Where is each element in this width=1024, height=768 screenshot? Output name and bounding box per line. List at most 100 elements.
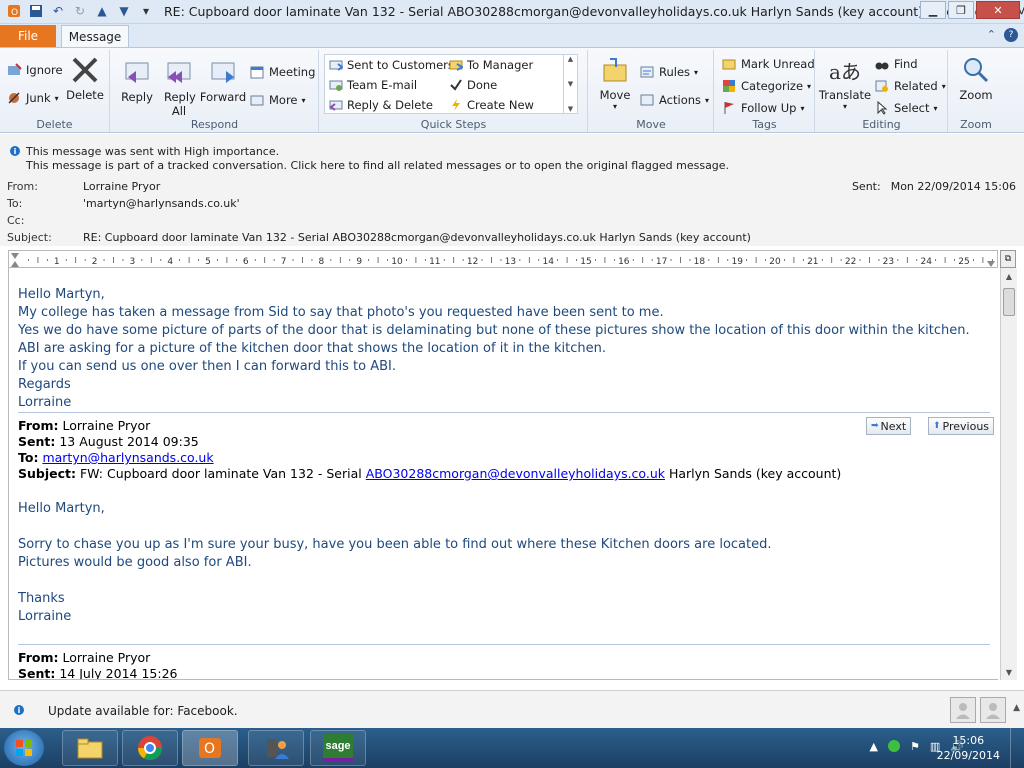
save-icon[interactable] [28, 3, 44, 19]
qs-sent-to-customers[interactable]: Sent to Customers [329, 58, 454, 72]
fwd1-subject-prefix: FW: Cupboard door laminate Van 132 - Ser… [79, 466, 362, 481]
more-label: More [269, 93, 298, 107]
clock-time: 15:06 [952, 734, 985, 747]
editing-group-label: Editing [862, 118, 901, 131]
forward-button[interactable]: Forward [200, 56, 246, 104]
subject-label: Subject: [7, 231, 52, 244]
taskbar-explorer[interactable] [62, 730, 118, 766]
cursor-icon [874, 100, 890, 116]
title-bar: O ↶ ↻ ▲ ▼ ▾ RE: Cupboard door laminate V… [0, 0, 1024, 24]
outlook-icon[interactable]: O [6, 3, 22, 19]
junk-button[interactable]: Junk ▾ [6, 90, 59, 106]
fwd1-to-label: To: [18, 450, 39, 465]
quick-steps-scroll[interactable]: ▲ ▼ ▼ [563, 55, 577, 113]
view-ruler-toggle[interactable]: ⧉ [1000, 250, 1016, 268]
redo-icon[interactable]: ↻ [72, 3, 88, 19]
separator-line [18, 644, 990, 645]
message-body[interactable]: Hello Martyn, My college has taken a mes… [8, 268, 998, 680]
mark-unread-button[interactable]: Mark Unread [721, 56, 815, 72]
minimize-ribbon-icon[interactable]: ⌃ [987, 28, 996, 42]
categorize-button[interactable]: Categorize ▾ [721, 78, 811, 94]
zoom-group-label: Zoom [960, 118, 992, 131]
ruler-indent-marker[interactable] [11, 253, 19, 267]
mark-unread-label: Mark Unread [741, 57, 815, 71]
separator-line [18, 412, 990, 413]
maximize-button[interactable]: ❐ [948, 1, 974, 19]
show-desktop-button[interactable] [1010, 728, 1024, 768]
scroll-thumb[interactable] [1003, 288, 1015, 316]
help-icon[interactable]: ? [1004, 28, 1018, 42]
fwd1-subject-link[interactable]: ABO30288cmorgan@devonvalleyholidays.co.u… [366, 466, 665, 481]
cc-row: Cc: [7, 214, 83, 227]
contact-avatar[interactable] [980, 697, 1006, 723]
next-item-icon[interactable]: ▼ [116, 3, 132, 19]
actions-button[interactable]: Actions ▾ [639, 92, 709, 108]
scroll-down-icon[interactable]: ▼ [568, 80, 573, 88]
categorize-icon [721, 78, 737, 94]
scroll-down-arrow-icon[interactable]: ▼ [1001, 664, 1017, 680]
contact-avatar[interactable] [950, 697, 976, 723]
flag-tray-icon[interactable]: ⚑ [910, 740, 920, 753]
to-value[interactable]: 'martyn@harlynsands.co.uk' [83, 197, 240, 210]
reply-line: Hello Martyn, [18, 287, 105, 302]
ruler-right-marker[interactable] [987, 261, 995, 267]
fwd1-line: Pictures would be good also for ABI. [18, 555, 252, 570]
translate-button[interactable]: aあ Translate ▾ [819, 54, 871, 112]
taskbar-outlook[interactable]: O [182, 730, 238, 766]
vertical-scrollbar[interactable]: ▲ ▼ [1000, 268, 1017, 680]
taskbar-chrome[interactable] [122, 730, 178, 766]
fwd1-from: From: Lorraine Pryor [18, 418, 150, 433]
close-button[interactable]: ✕ [976, 1, 1020, 19]
qs-done[interactable]: Done [449, 78, 497, 92]
status-green-icon[interactable] [888, 740, 901, 752]
scroll-up-arrow-icon[interactable]: ▲ [1001, 268, 1017, 284]
show-hidden-icons-icon[interactable]: ▲ [870, 740, 878, 753]
more-respond-button[interactable]: More ▾ [249, 92, 306, 108]
start-button[interactable] [4, 730, 44, 766]
rules-button[interactable]: Rules ▾ [639, 64, 698, 80]
tab-file[interactable]: File [0, 25, 56, 47]
follow-up-button[interactable]: Follow Up ▾ [721, 100, 804, 116]
qs-create-new[interactable]: Create New [449, 98, 534, 112]
select-button[interactable]: Select ▾ [874, 100, 938, 116]
clock[interactable]: 15:06 22/09/2014 [937, 733, 1000, 763]
ignore-button[interactable]: Ignore [6, 62, 63, 78]
tracked-conversation-notice[interactable]: This message is part of a tracked conver… [26, 159, 729, 172]
qs-to-manager[interactable]: To Manager [449, 58, 533, 72]
qs-reply-delete[interactable]: Reply & Delete [329, 98, 433, 112]
customize-qat-icon[interactable]: ▾ [138, 3, 154, 19]
taskbar-phone-app[interactable] [248, 730, 304, 766]
scroll-up-icon[interactable]: ▲ [568, 55, 573, 63]
ruler-number: 9 [356, 257, 362, 267]
minimize-button[interactable]: ▁ [920, 1, 946, 19]
find-button[interactable]: Find [874, 56, 918, 72]
next-button[interactable]: ➡ Next [866, 417, 912, 435]
svg-text:O: O [204, 741, 215, 757]
from-value[interactable]: Lorraine Pryor [83, 180, 160, 193]
ribbon: Ignore Junk ▾ Delete Delete Reply Reply A… [0, 47, 1024, 133]
fwd1-to-link[interactable]: martyn@harlynsands.co.uk [42, 450, 213, 465]
qs-team-email[interactable]: Team E-mail [329, 78, 417, 92]
ruler-number: 18 [694, 257, 706, 267]
folder-icon [77, 738, 103, 759]
tab-message[interactable]: Message [61, 25, 129, 48]
previous-item-icon[interactable]: ▲ [94, 3, 110, 19]
meeting-button[interactable]: Meeting [249, 64, 315, 80]
zoom-button[interactable]: Zoom [953, 54, 999, 102]
expand-gallery-icon[interactable]: ▼ [568, 105, 573, 113]
undo-icon[interactable]: ↶ [50, 3, 66, 19]
tags-group-label: Tags [752, 118, 777, 131]
expand-people-pane-icon[interactable]: ▲ [1013, 703, 1020, 713]
related-button[interactable]: Related ▾ [874, 78, 946, 94]
people-pane-notice[interactable]: Update available for: Facebook. [48, 704, 238, 718]
previous-button[interactable]: ⬆ Previous [928, 417, 995, 435]
fwd1-sent: Sent: 13 August 2014 09:35 [18, 434, 199, 449]
delete-button[interactable]: Delete [66, 54, 104, 102]
fwd1-subject-suffix: Harlyn Sands (key account) [668, 466, 842, 481]
reply-all-button[interactable]: Reply All [159, 56, 199, 118]
reply-button[interactable]: Reply [117, 56, 157, 104]
ruler: 1 2 3 4 5 6 7 8 9 10 11 12 13 14 15 16 17 18 19 20 21 22 23 24 2… [8, 250, 998, 268]
qs-team-email-label: Team E-mail [347, 78, 418, 92]
move-button[interactable]: Move ▾ [595, 54, 635, 111]
taskbar-sage[interactable]: sage [310, 730, 366, 766]
